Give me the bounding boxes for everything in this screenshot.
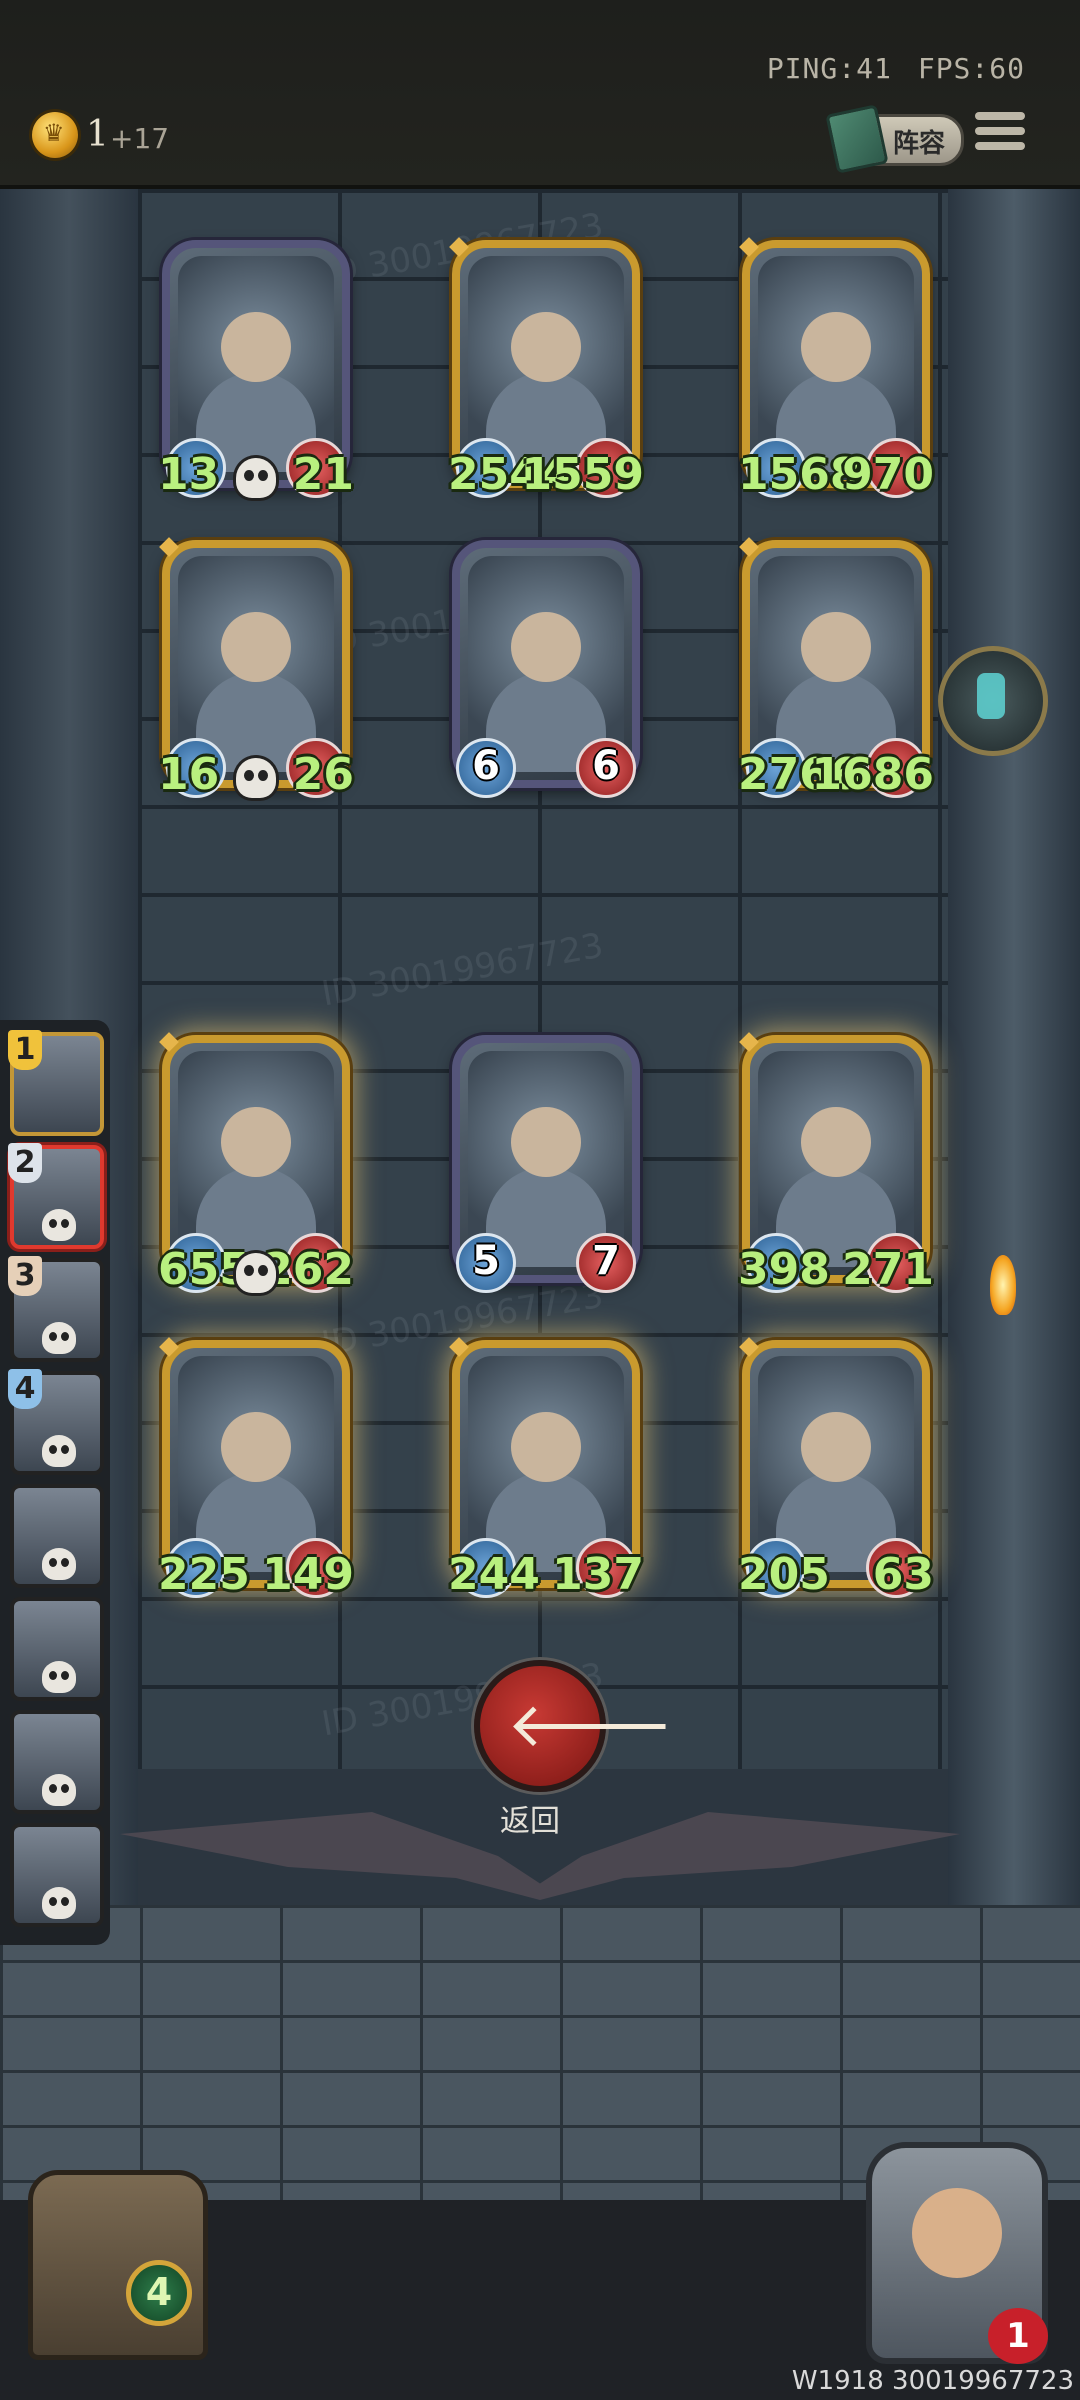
heart-icon: 1 <box>988 2308 1048 2364</box>
skull-icon <box>42 1435 76 1467</box>
health-badge: 7 <box>576 1233 636 1293</box>
coin-amount: 1 <box>86 114 109 155</box>
opponent-portrait[interactable]: 3 <box>8 1256 104 1362</box>
right-pillar <box>948 189 1080 1909</box>
network-status: PING:41 FPS:60 <box>767 52 1025 85</box>
skull-icon <box>42 1322 76 1354</box>
chest-icon <box>28 2170 208 2360</box>
health-value: 137 <box>552 1549 644 1600</box>
skull-icon <box>42 1209 76 1241</box>
opponent-rank: 3 <box>8 1256 42 1296</box>
fps-label: FPS:60 <box>917 52 1025 85</box>
minion-card[interactable]: 1568 970 <box>738 237 934 500</box>
minion-card[interactable]: 2544 1559 <box>448 237 644 500</box>
health-value: 63 <box>872 1549 934 1600</box>
minion-card[interactable]: 655 262 <box>158 1032 354 1295</box>
side-relic-button[interactable] <box>938 646 1048 756</box>
health-value: 1559 <box>521 449 644 500</box>
minion-card[interactable]: 66 <box>452 540 640 798</box>
arrow-left-icon: 🡐 <box>507 1688 674 1761</box>
health-value: 149 <box>262 1549 354 1600</box>
attack-badge: 5 <box>456 1233 516 1293</box>
coin-income: +17 <box>110 122 170 155</box>
health-value: 1686 <box>811 749 934 800</box>
torch-flame <box>990 1255 1016 1315</box>
attack-value: 205 <box>738 1549 830 1600</box>
health-value: 21 <box>292 449 354 500</box>
ping-label: PING:41 <box>766 52 892 85</box>
skull-icon <box>236 458 276 498</box>
skull-icon <box>236 1253 276 1293</box>
attack-value: 13 <box>158 449 220 500</box>
coin-icon <box>32 112 78 158</box>
hero-face <box>912 2188 1002 2278</box>
book-icon <box>825 104 889 174</box>
menu-icon[interactable] <box>975 112 1025 160</box>
minion-card[interactable]: 57 <box>452 1035 640 1293</box>
health-value: 271 <box>842 1244 934 1295</box>
health-value: 970 <box>842 449 934 500</box>
opponent-rank: 4 <box>8 1369 42 1409</box>
skull-icon <box>42 1661 76 1693</box>
lineup-button-label: 阵容 <box>893 129 946 159</box>
opponent-portrait[interactable]: 4 <box>8 1369 104 1475</box>
minion-card[interactable]: 205 63 <box>738 1337 934 1600</box>
top-bar: PING:41 FPS:60 1 +17 阵容 <box>0 0 1080 189</box>
attack-value: 398 <box>738 1244 830 1295</box>
health-value: 262 <box>262 1244 354 1295</box>
health-badge: 6 <box>576 738 636 798</box>
opponent-portrait[interactable]: 1 <box>8 1030 104 1136</box>
attack-value: 16 <box>158 749 220 800</box>
opponent-portrait[interactable] <box>10 1710 104 1814</box>
health-value: 26 <box>292 749 354 800</box>
minion-card[interactable]: 225 149 <box>158 1337 354 1600</box>
skull-icon <box>42 1887 76 1919</box>
minion-card[interactable]: 16 26 <box>158 537 354 800</box>
opponent-rank: 1 <box>8 1030 42 1070</box>
treasure-chest[interactable]: 4 <box>8 2140 218 2360</box>
minion-card[interactable]: 13 21 <box>158 240 354 500</box>
minion-card[interactable]: 244 137 <box>448 1337 644 1600</box>
skull-icon <box>42 1548 76 1580</box>
attack-value: 225 <box>158 1549 250 1600</box>
chest-count: 4 <box>126 2260 192 2326</box>
opponent-portrait[interactable]: 2 <box>8 1143 104 1249</box>
attack-value: 244 <box>448 1549 540 1600</box>
minion-card[interactable]: 2766 1686 <box>738 537 934 800</box>
back-button[interactable]: 🡐 <box>474 1660 673 1792</box>
skull-icon <box>236 758 276 798</box>
lineup-button[interactable]: 阵容 <box>825 104 964 174</box>
skull-icon <box>42 1774 76 1806</box>
opponent-portrait[interactable] <box>10 1597 104 1701</box>
player-lives: 1 <box>1006 2316 1030 2356</box>
footer-id: W1918 30019967723 <box>791 2366 1074 2396</box>
opponent-portrait[interactable] <box>10 1823 104 1927</box>
opponent-rank: 2 <box>8 1143 42 1183</box>
minion-card[interactable]: 398 271 <box>738 1032 934 1295</box>
player-hero-portrait[interactable]: 1 <box>866 2142 1048 2364</box>
opponent-portrait[interactable] <box>10 1484 104 1588</box>
attack-badge: 6 <box>456 738 516 798</box>
back-button-label: 返回 <box>500 1804 560 1839</box>
